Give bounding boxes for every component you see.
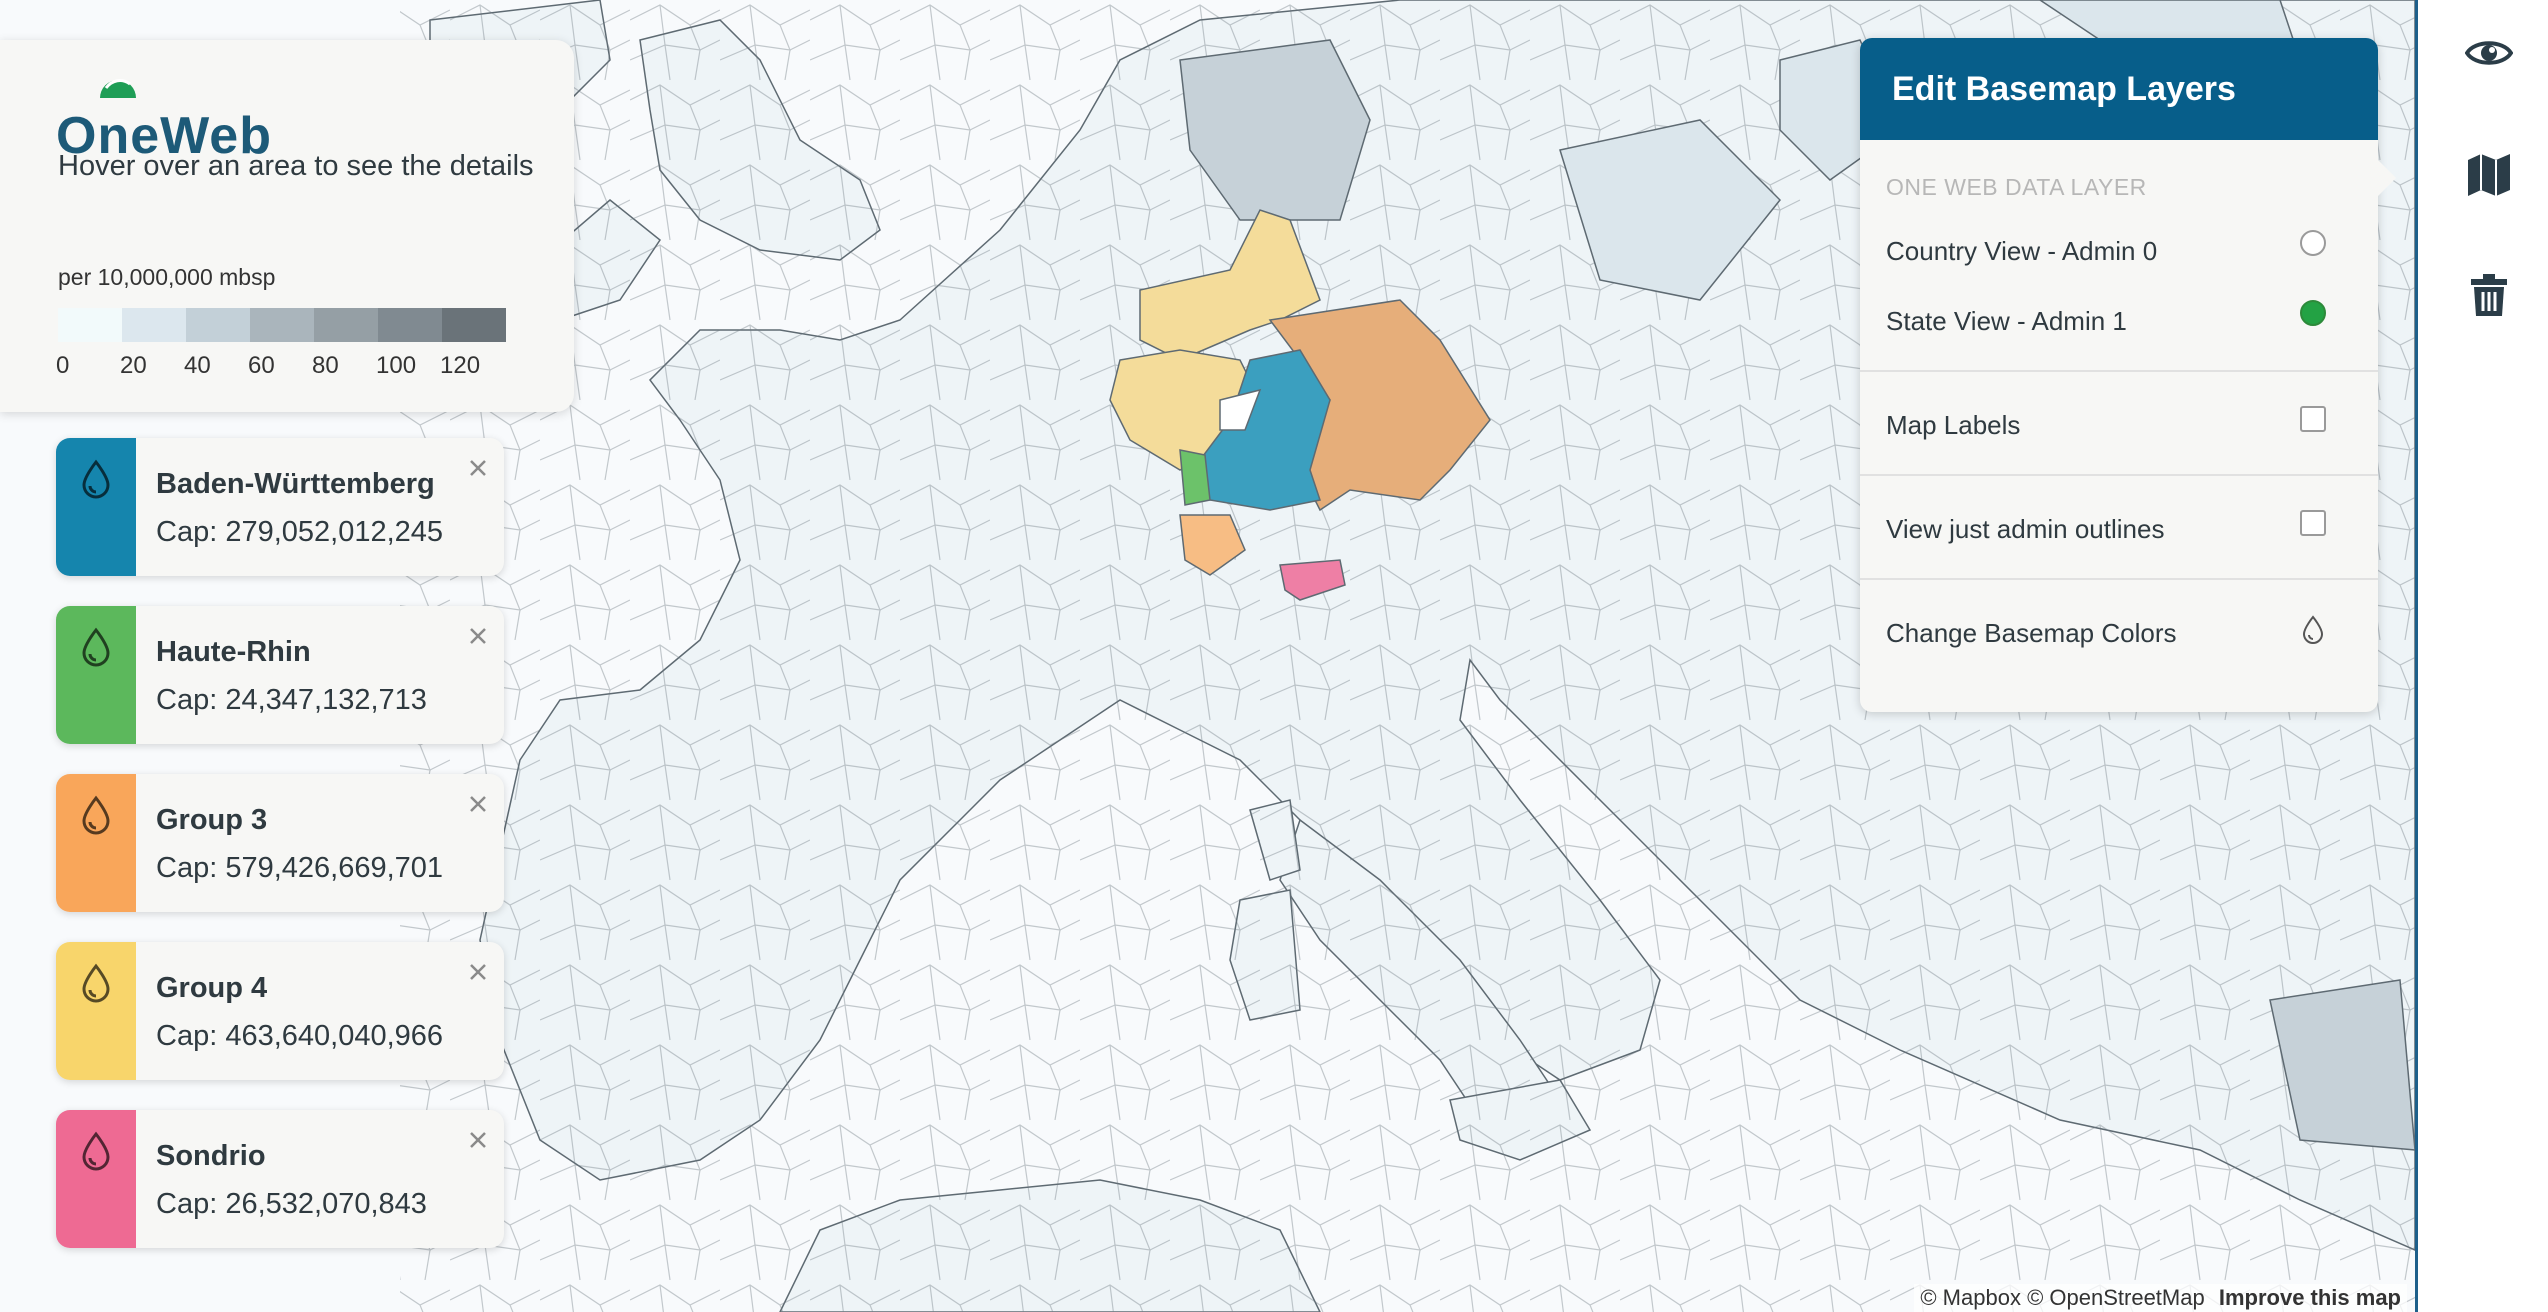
- attribution-mapbox[interactable]: © Mapbox: [1920, 1285, 2021, 1310]
- close-icon[interactable]: [466, 960, 490, 984]
- change-basemap-colors-option[interactable]: Change Basemap Colors: [1886, 618, 2177, 649]
- divider: [1860, 474, 2378, 476]
- state-view-radio[interactable]: [2300, 300, 2326, 326]
- selection-card[interactable]: Haute-Rhin Cap: 24,347,132,713: [56, 606, 504, 744]
- selection-name: Group 3: [156, 804, 268, 836]
- color-drop-icon[interactable]: [78, 1130, 114, 1174]
- legend-tick-label: 0: [56, 352, 70, 379]
- legend-color-scale: [58, 308, 506, 342]
- panel-pointer: [2378, 160, 2396, 196]
- layers-panel-header: Edit Basemap Layers: [1860, 38, 2378, 140]
- trash-icon[interactable]: [2464, 270, 2514, 320]
- admin-outlines-checkbox[interactable]: [2300, 510, 2326, 536]
- data-layer-section-label: ONE WEB DATA LAYER: [1886, 174, 2147, 200]
- selection-color-swatch[interactable]: [56, 942, 136, 1080]
- legend-swatch: [442, 308, 506, 342]
- selection-color-swatch[interactable]: [56, 438, 136, 576]
- selection-cap: Cap: 26,532,070,843: [156, 1188, 427, 1220]
- selection-card[interactable]: Group 4 Cap: 463,640,040,966: [56, 942, 504, 1080]
- attribution-osm[interactable]: © OpenStreetMap: [2027, 1285, 2205, 1310]
- legend-swatch: [58, 308, 122, 342]
- map-attribution: © Mapbox © OpenStreetMap Improve this ma…: [1914, 1284, 2407, 1312]
- selection-color-swatch[interactable]: [56, 1110, 136, 1248]
- selection-cap: Cap: 463,640,040,966: [156, 1020, 444, 1052]
- color-drop-icon[interactable]: [78, 458, 114, 502]
- color-drop-icon[interactable]: [78, 794, 114, 838]
- improve-map-link[interactable]: Improve this map: [2219, 1285, 2401, 1310]
- divider: [1860, 370, 2378, 372]
- legend-swatch: [378, 308, 442, 342]
- selection-cap: Cap: 279,052,012,245: [156, 516, 444, 548]
- hover-hint: Hover over an area to see the details: [58, 150, 534, 182]
- selection-color-swatch[interactable]: [56, 774, 136, 912]
- map-labels-checkbox[interactable]: [2300, 406, 2326, 432]
- close-icon[interactable]: [466, 792, 490, 816]
- layers-panel-title: Edit Basemap Layers: [1892, 70, 2236, 108]
- country-view-radio[interactable]: [2300, 230, 2326, 256]
- legend-tick-label: 60: [248, 352, 275, 379]
- legend-swatch: [186, 308, 250, 342]
- selection-name: Sondrio: [156, 1140, 266, 1172]
- legend-tick-label: 40: [184, 352, 211, 379]
- selection-cap: Cap: 579,426,669,701: [156, 852, 444, 884]
- legend-card: OneWeb Hover over an area to see the det…: [0, 40, 574, 412]
- oneweb-globe-icon: [100, 79, 136, 98]
- eye-icon[interactable]: [2464, 28, 2514, 78]
- selection-name: Group 4: [156, 972, 268, 1004]
- color-drop-icon[interactable]: [78, 626, 114, 670]
- right-toolbar: [2415, 0, 2548, 1312]
- country-view-option[interactable]: Country View - Admin 0: [1886, 236, 2157, 267]
- close-icon[interactable]: [466, 624, 490, 648]
- legend-units: per 10,000,000 mbsp: [58, 264, 276, 290]
- app-root: © Mapbox © OpenStreetMap Improve this ma…: [0, 0, 2548, 1312]
- state-view-option[interactable]: State View - Admin 1: [1886, 306, 2127, 337]
- selection-color-swatch[interactable]: [56, 606, 136, 744]
- color-drop-icon[interactable]: [78, 962, 114, 1006]
- region-haute-rhin: [1179, 449, 1211, 506]
- legend-swatch: [122, 308, 186, 342]
- selection-name: Baden-Württemberg: [156, 468, 435, 500]
- close-icon[interactable]: [466, 1128, 490, 1152]
- divider: [1860, 578, 2378, 580]
- selection-card[interactable]: Group 3 Cap: 579,426,669,701: [56, 774, 504, 912]
- map-labels-option[interactable]: Map Labels: [1886, 410, 2020, 441]
- legend-tick-label: 120: [440, 352, 481, 379]
- legend-swatch: [314, 308, 378, 342]
- legend-ticks: 0 20 40 60 80 100 120: [56, 352, 528, 382]
- map-icon[interactable]: [2464, 150, 2514, 200]
- close-icon[interactable]: [466, 456, 490, 480]
- selection-cap: Cap: 24,347,132,713: [156, 684, 427, 716]
- legend-swatch: [250, 308, 314, 342]
- color-drop-icon[interactable]: [2300, 614, 2326, 646]
- selection-card[interactable]: Sondrio Cap: 26,532,070,843: [56, 1110, 504, 1248]
- admin-outlines-option[interactable]: View just admin outlines: [1886, 514, 2164, 545]
- basemap-layers-panel: Edit Basemap Layers ONE WEB DATA LAYER C…: [1860, 38, 2396, 712]
- legend-tick-label: 80: [312, 352, 339, 379]
- legend-tick-label: 20: [120, 352, 147, 379]
- selection-card[interactable]: Baden-Württemberg Cap: 279,052,012,245: [56, 438, 504, 576]
- legend-tick-label: 100: [376, 352, 417, 379]
- selection-name: Haute-Rhin: [156, 636, 311, 668]
